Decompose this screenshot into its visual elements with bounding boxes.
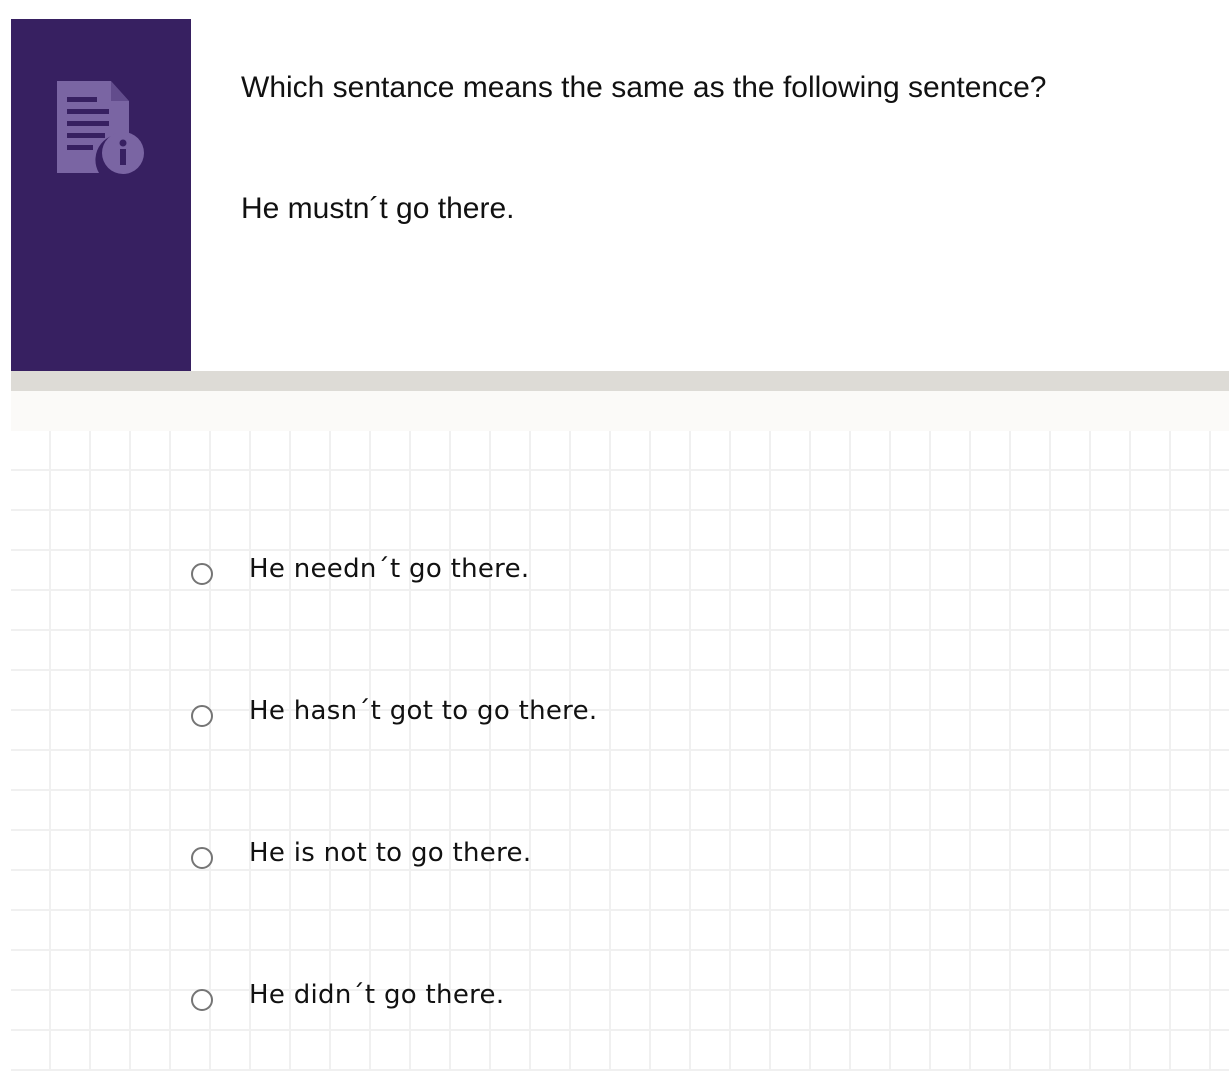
answer-label[interactable]: He didn´t go there. [249, 980, 504, 1010]
question-text: Which sentance means the same as the fol… [241, 71, 1047, 104]
radio-button[interactable] [191, 847, 213, 869]
answer-option-3[interactable]: He is not to go there. [191, 833, 531, 873]
answer-option-4[interactable]: He didn´t go there. [191, 975, 504, 1015]
question-icon-panel [11, 19, 191, 371]
answers-area: He needn´t go there. He hasn´t got to go… [11, 431, 1229, 1071]
question-panel: Which sentance means the same as the fol… [11, 19, 1229, 371]
answer-label[interactable]: He is not to go there. [249, 838, 531, 868]
answer-option-2[interactable]: He hasn´t got to go there. [191, 691, 597, 731]
radio-button[interactable] [191, 563, 213, 585]
answer-label[interactable]: He hasn´t got to go there. [249, 696, 597, 726]
section-divider [11, 371, 1229, 391]
answers-header-band [11, 391, 1229, 431]
radio-button[interactable] [191, 989, 213, 1011]
document-info-icon [57, 81, 144, 174]
answer-label[interactable]: He needn´t go there. [249, 554, 529, 584]
radio-button[interactable] [191, 705, 213, 727]
answer-option-1[interactable]: He needn´t go there. [191, 549, 529, 589]
prompt-sentence: He mustn´t go there. [241, 192, 515, 225]
quiz-page: Which sentance means the same as the fol… [0, 0, 1229, 1071]
